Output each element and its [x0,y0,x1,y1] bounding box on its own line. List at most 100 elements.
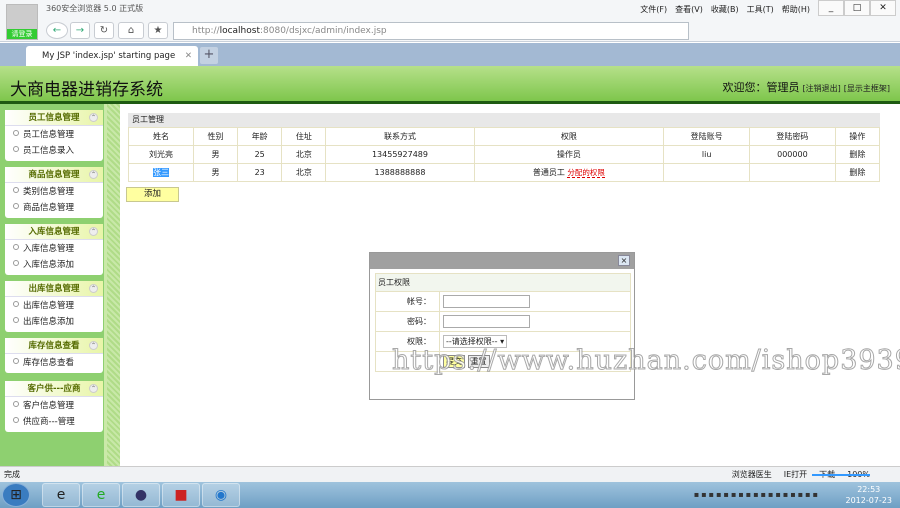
permission-dialog: × 员工权限 帐号： 密码： 权限： --请选择权限-- ▾ 提交 重置 [369,252,635,400]
delete-link[interactable]: 删除 [849,150,865,159]
app-title: 大商电器进销存系统 [10,80,163,100]
sidebar-item[interactable]: 商品信息管理 [5,200,103,216]
forward-icon[interactable]: → [70,22,90,39]
sidebar-group-title: 商品信息管理 [28,170,80,180]
home-icon[interactable]: ⌂ [118,22,144,39]
browser-taskbar-icon[interactable]: e [82,483,120,507]
close-window-button[interactable]: ✕ [870,0,896,16]
url-host: localhost [219,26,260,36]
sidebar-item[interactable]: 员工信息管理 [5,127,103,143]
sidebar-group-title: 客户供---应商 [27,384,81,394]
clock-time: 22:53 [857,485,881,494]
password-label: 密码： [375,311,440,332]
sidebar-item[interactable]: 入库信息管理 [5,241,103,257]
sidebar-group-header[interactable]: 客户供---应商 ⌃ [5,381,103,397]
maximize-button[interactable]: □ [844,0,870,16]
sidebar-item[interactable]: 供应商---管理 [5,414,103,430]
column-header: 联系方式 [325,127,475,146]
password-input[interactable] [443,315,530,328]
avatar[interactable]: 请登录 [6,4,38,40]
add-button[interactable]: 添加 [126,187,179,202]
back-icon[interactable]: ← [46,22,68,39]
sidebar-group-header[interactable]: 员工信息管理 ⌃ [5,110,103,126]
sidebar-item[interactable]: 客户信息管理 [5,398,103,414]
status-bar: 完成 浏览器医生 IE打开 下载 100% [0,466,900,482]
browser-doctor-button[interactable]: 浏览器医生 [732,467,772,482]
clock[interactable]: 22:53 2012-07-23 [846,484,893,506]
toolbox-taskbar-icon[interactable]: ■ [162,483,200,507]
minimize-button[interactable]: _ [818,0,844,16]
employee-panel: 员工管理 姓名 性别 年龄 住址 联系方式 权限 登陆账号 登陆密码 操作 刘光亮男 25 北京 134… [128,113,881,182]
collapse-icon[interactable]: ⌃ [89,284,98,293]
sidebar-group-header[interactable]: 入库信息管理 ⌃ [5,224,103,240]
taskbar: ⊞ e e ● ■ ◉ ▪▪▪▪▪▪▪▪▪▪▪▪▪▪▪▪▪ 22:53 2012-… [0,482,900,508]
table-cell: 男 [192,163,239,182]
close-tab-icon[interactable]: ✕ [185,46,192,66]
sidebar-item[interactable]: 库存信息查看 [5,355,103,371]
table-cell: 刘光亮 [128,145,194,164]
sidebar-item[interactable]: 出库信息添加 [5,314,103,330]
table-cell: 1388888888 [325,163,475,182]
address-bar[interactable]: http://localhost:8080/dsjxc/admin/index.… [173,22,689,40]
zoom-slider[interactable] [812,474,870,476]
table-cell: 北京 [281,145,327,164]
logout-link[interactable]: [注销退出] [803,84,841,93]
menu-favorites[interactable]: 收藏(B) [711,4,739,15]
sidebar-item[interactable]: 入库信息添加 [5,257,103,273]
column-header: 住址 [281,127,327,146]
collapse-icon[interactable]: ⌃ [89,341,98,350]
table-cell: 000000 [749,145,836,164]
menu-file[interactable]: 文件(F) [640,4,667,15]
sidebar-group-header[interactable]: 库存信息查看 ⌃ [5,338,103,354]
table-cell: liu [663,145,751,164]
qq-taskbar-icon[interactable]: ◉ [202,483,240,507]
sidebar: 员工信息管理 ⌃ 员工信息管理 员工信息录入 商品信息管理 ⌃ 类别信息管理 商品信息管理 入库… [0,104,104,466]
collapse-icon[interactable]: ⌃ [89,384,98,393]
status-text: 完成 [4,470,20,479]
grant-permission-link[interactable]: 分配的权限 [567,168,605,178]
new-tab-button[interactable]: + [200,47,218,64]
sidebar-group-header[interactable]: 商品信息管理 ⌃ [5,167,103,183]
dialog-title: 员工权限 [375,273,631,292]
ie-taskbar-icon[interactable]: e [42,483,80,507]
table-row: 刘光亮男 25 北京 13455927489 操作员 liu 000000 删除 [128,145,881,164]
column-header: 操作 [834,127,881,146]
sidebar-item[interactable]: 类别信息管理 [5,184,103,200]
sidebar-group-title: 出库信息管理 [28,284,80,294]
close-icon[interactable]: × [618,255,630,266]
ie-open-button[interactable]: IE打开 [784,467,807,482]
employee-table: 姓名 性别 年龄 住址 联系方式 权限 登陆账号 登陆密码 操作 刘光亮男 25 北京 13455927… [128,127,881,182]
account-input[interactable] [443,295,530,308]
collapse-icon[interactable]: ⌃ [89,113,98,122]
table-cell: 25 [237,145,283,164]
collapse-icon[interactable]: ⌃ [89,227,98,236]
clock-date: 2012-07-23 [845,496,893,505]
show-frame-link[interactable]: [显示主框架] [844,84,890,93]
sidebar-toggle-strip[interactable] [104,104,120,466]
menu-view[interactable]: 查看(V) [675,4,703,15]
table-header-row: 姓名 性别 年龄 住址 联系方式 权限 登陆账号 登陆密码 操作 [128,127,881,146]
eclipse-taskbar-icon[interactable]: ● [122,483,160,507]
tab-title: My JSP 'index.jsp' starting page [42,51,176,61]
tab-index[interactable]: My JSP 'index.jsp' starting page ✕ [26,46,198,66]
table-cell [663,163,751,182]
collapse-icon[interactable]: ⌃ [89,170,98,179]
menu-tools[interactable]: 工具(T) [747,4,774,15]
column-header: 姓名 [128,127,194,146]
favorite-star-icon[interactable]: ★ [148,22,168,39]
refresh-icon[interactable]: ↻ [94,22,114,39]
start-button[interactable]: ⊞ [2,483,30,507]
system-tray[interactable]: ▪▪▪▪▪▪▪▪▪▪▪▪▪▪▪▪▪ [694,490,820,499]
table-cell: 张三 [152,168,169,177]
delete-link[interactable]: 删除 [849,168,865,177]
column-header: 登陆账号 [663,127,751,146]
welcome-text: 欢迎您：管理员 [722,81,800,94]
dialog-titlebar[interactable]: × [370,253,634,269]
table-cell: 北京 [281,163,327,182]
sidebar-item[interactable]: 员工信息录入 [5,143,103,159]
sidebar-group-header[interactable]: 出库信息管理 ⌃ [5,281,103,297]
sidebar-group: 库存信息查看 ⌃ 库存信息查看 [5,338,103,373]
menu-help[interactable]: 帮助(H) [782,4,810,15]
sidebar-group: 客户供---应商 ⌃ 客户信息管理 供应商---管理 [5,381,103,432]
sidebar-item[interactable]: 出库信息管理 [5,298,103,314]
